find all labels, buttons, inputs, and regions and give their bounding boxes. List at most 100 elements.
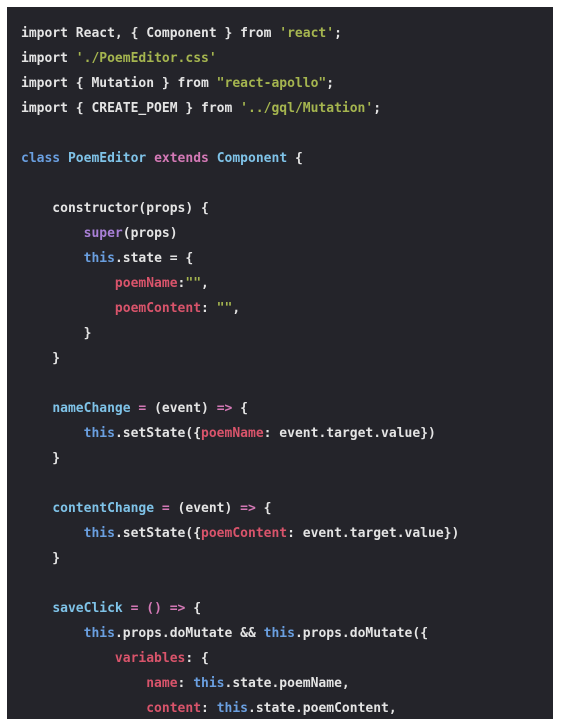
code-token-plain: { [185, 601, 202, 616]
code-token-plain: { [287, 151, 303, 166]
code-token-operator: () [146, 601, 162, 616]
code-token-string: "" [216, 301, 233, 316]
code-token-property: poemContent [201, 526, 288, 541]
code-token-plain: import [21, 51, 76, 66]
code-line: variables: { [7, 646, 553, 671]
code-token-classname: PoemEditor [67, 151, 147, 166]
code-token-plain: import { Mutation } from [21, 76, 217, 91]
code-token-classname: contentChange [52, 501, 155, 516]
code-token-plain: .setState({ [114, 426, 202, 441]
code-token-plain: ; [326, 76, 335, 91]
code-token-plain: .props.doMutate({ [294, 626, 429, 641]
code-line: name: this.state.poemName, [7, 671, 553, 696]
code-token-plain: } [21, 551, 61, 566]
code-line: nameChange = (event) => { [7, 396, 553, 421]
page-left-margin [0, 0, 7, 719]
code-line: import React, { Component } from 'react'… [7, 21, 553, 46]
code-token-plain: .setState({ [114, 526, 202, 541]
code-line: contentChange = (event) => { [7, 496, 553, 521]
code-line: } [7, 546, 553, 571]
code-token-operator: => [216, 401, 233, 416]
code-token-plain: constructor(props) { [21, 201, 209, 216]
code-token-property: content [146, 701, 202, 716]
code-line: } [7, 321, 553, 346]
code-line: class PoemEditor extends Component { [7, 146, 553, 171]
code-token-string: "react-apollo" [216, 76, 327, 91]
code-token-plain: (event) [146, 401, 217, 416]
code-token-string: "" [185, 276, 202, 291]
code-token-keyword: this [83, 426, 115, 441]
code-token-operator: => [169, 601, 186, 616]
code-token-plain: (event) [169, 501, 241, 516]
code-token-plain: , [232, 301, 241, 316]
code-token-keyword: this [263, 626, 295, 641]
code-token-keyword: class [21, 151, 61, 166]
code-line: } [7, 346, 553, 371]
code-token-keyword: this [83, 526, 115, 541]
code-token-plain: , [201, 276, 209, 291]
code-token-operator: = [161, 501, 170, 516]
code-token-plain: import React, { Component } from [21, 26, 280, 41]
code-line: import { CREATE_POEM } from '../gql/Muta… [7, 96, 553, 121]
code-token-plain: { [255, 501, 272, 516]
code-token-builtin: super [83, 226, 123, 241]
code-line: saveClick = () => { [7, 596, 553, 621]
code-token-keyword: this [83, 626, 115, 641]
page-root: import React, { Component } from 'react'… [0, 0, 568, 719]
code-token-plain: { [232, 401, 249, 416]
code-line: this.props.doMutate && this.props.doMuta… [7, 621, 553, 646]
code-line: this.setState({poemContent: event.target… [7, 521, 553, 546]
code-token-classname: nameChange [52, 401, 131, 416]
code-token-plain: .state.poemName, [224, 676, 350, 691]
code-token-property: poemName [114, 276, 178, 291]
code-line: this.state = { [7, 246, 553, 271]
code-token-plain: } [21, 351, 61, 366]
code-token-string: 'react' [279, 26, 335, 41]
code-token-plain: : [201, 301, 217, 316]
code-token-keyword: this [193, 676, 225, 691]
code-block[interactable]: import React, { Component } from 'react'… [7, 7, 553, 719]
code-token-plain: import { CREATE_POEM } from [21, 101, 241, 116]
code-token-plain: : [177, 676, 194, 691]
code-token-plain: : { [185, 651, 209, 666]
code-token-operator: => [240, 501, 256, 516]
code-line: super(props) [7, 221, 553, 246]
code-token-plain: : [201, 701, 217, 716]
code-token-plain: ; [334, 26, 342, 41]
code-token-string: './PoemEditor.css' [75, 51, 217, 66]
code-token-property: poemContent [114, 301, 202, 316]
code-token-plain: } [21, 326, 92, 341]
code-token-keyword: this [83, 251, 115, 266]
code-token-plain: : event.target.value}) [287, 526, 460, 541]
code-token-plain: .state = { [114, 251, 194, 266]
code-token-property: variables [114, 651, 186, 666]
code-line: import { Mutation } from "react-apollo"; [7, 71, 553, 96]
code-line: constructor(props) { [7, 196, 553, 221]
code-token-plain: .props.doMutate && [114, 626, 264, 641]
code-token-property: poemName [201, 426, 264, 441]
code-token-plain: } [21, 451, 61, 466]
